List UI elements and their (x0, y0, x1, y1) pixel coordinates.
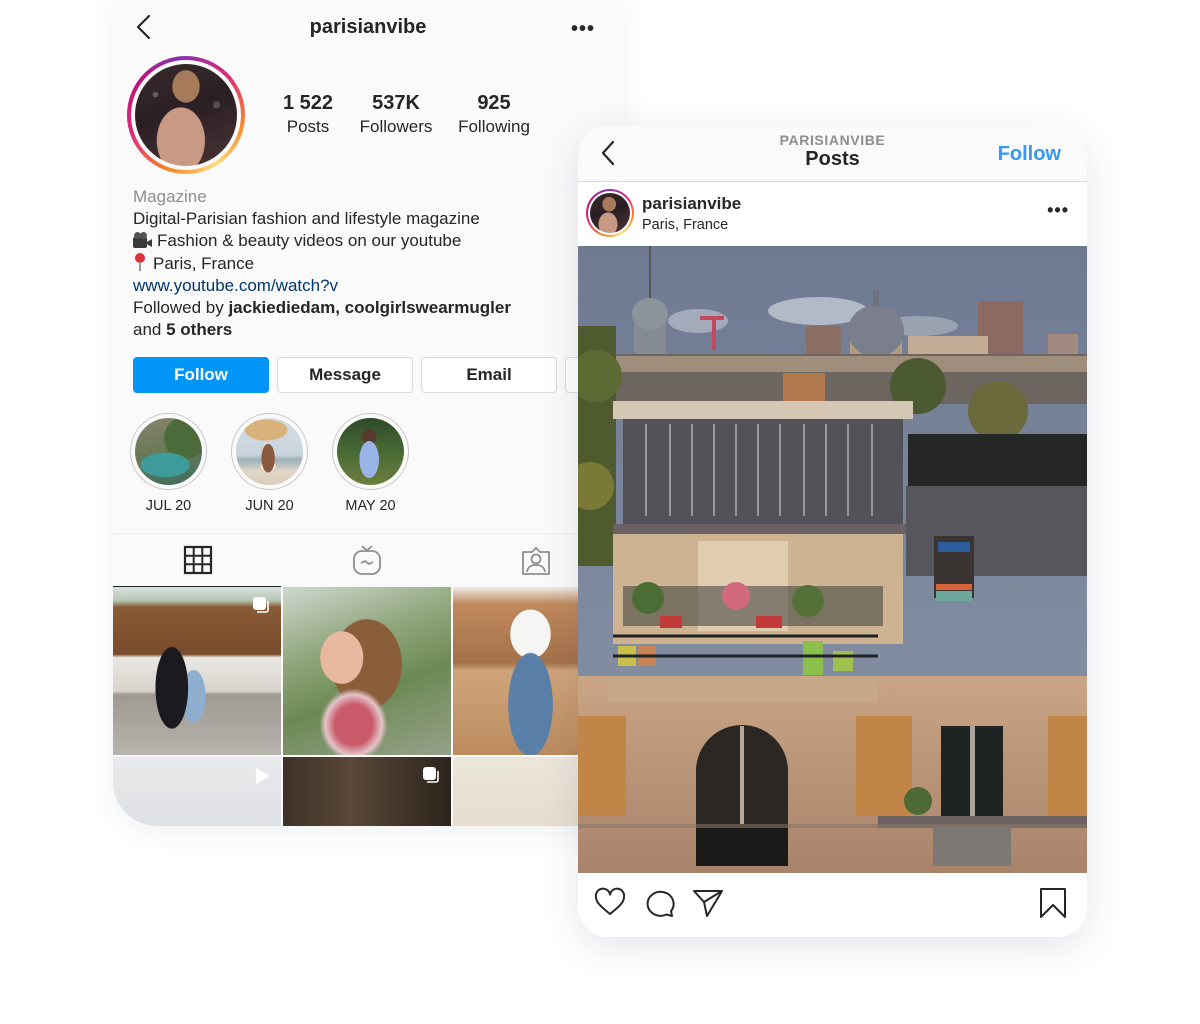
posts-grid: LA BONNE FRANQUETTE (113, 587, 578, 826)
profile-username-title: parisianvibe (309, 16, 427, 38)
highlight-cover (236, 418, 303, 485)
video-icon (256, 768, 270, 784)
share-icon[interactable] (692, 887, 724, 919)
header-follow-button[interactable]: Follow (998, 143, 1061, 166)
profile-header: parisianvibe ••• (113, 0, 623, 58)
highlight-item[interactable]: JUN 20 (231, 413, 308, 514)
profile-bio: Magazine Digital-Parisian fashion and li… (133, 186, 603, 341)
movie-camera-icon (133, 232, 153, 249)
stat-following-label: Following (458, 117, 530, 136)
follow-button[interactable]: Follow (133, 357, 269, 393)
others-link[interactable]: 5 others (166, 320, 232, 339)
post-author-username[interactable]: parisianvibe (642, 194, 741, 214)
stat-followers[interactable]: 537K Followers (347, 92, 445, 137)
grid-icon[interactable] (182, 544, 214, 576)
post-detail-screen: PARISIANVIBE Posts Follow parisianvibe P… (578, 126, 1087, 937)
bio-videos-text: Fashion & beauty videos on our youtube (157, 231, 462, 251)
heart-icon[interactable] (594, 887, 626, 919)
profile-actions: Follow Message Email (133, 357, 595, 393)
avatar-image (135, 64, 237, 166)
post-more-options-icon[interactable]: ••• (1047, 200, 1069, 221)
followed-by-user-link[interactable]: jackiediedam (228, 298, 335, 317)
avatar-image (590, 193, 630, 233)
bio-category: Magazine (133, 187, 207, 206)
more-options-icon[interactable]: ••• (571, 18, 595, 41)
followed-by-user-link[interactable]: coolgirlswearmugler (345, 298, 511, 317)
highlight-label: MAY 20 (345, 498, 396, 514)
stat-posts-label: Posts (286, 117, 330, 136)
profile-tabs (113, 533, 623, 587)
bio-line-location: Paris, France (133, 252, 603, 275)
stat-posts-value: 1 522 (282, 92, 334, 114)
story-highlights: JUL 20 JUN 20 MAY 20 (130, 413, 409, 514)
stat-following[interactable]: 925 Following (445, 92, 543, 137)
stat-posts[interactable]: 1 522 Posts (269, 92, 347, 137)
bio-line-description: Digital-Parisian fashion and lifestyle m… (133, 209, 480, 229)
bio-location-text: Paris, France (153, 253, 255, 273)
stat-following-value: 925 (477, 92, 511, 114)
message-button[interactable]: Message (277, 357, 413, 393)
followed-by-separator: , (335, 298, 345, 318)
grid-post[interactable] (113, 757, 281, 826)
bookmark-icon[interactable] (1037, 887, 1069, 919)
post-photo[interactable] (578, 246, 1087, 873)
grid-post[interactable] (283, 587, 451, 755)
post-location[interactable]: Paris, France (642, 217, 728, 233)
followed-by: Followed by jackiediedam, coolgirlswearm… (133, 297, 603, 319)
post-actions-bar (578, 873, 1087, 937)
posts-header: PARISIANVIBE Posts Follow (578, 126, 1087, 182)
profile-avatar[interactable] (127, 56, 245, 174)
grid-post[interactable] (113, 587, 281, 755)
highlight-label: JUN 20 (245, 498, 294, 514)
pin-icon (133, 252, 147, 271)
profile-screen: parisianvibe ••• 1 522 Posts 537K Follow… (113, 0, 623, 826)
paris-rooftops-photo (578, 246, 1087, 873)
highlight-item[interactable]: MAY 20 (332, 413, 409, 514)
highlight-cover (337, 418, 404, 485)
highlight-cover (135, 418, 202, 485)
tagged-icon[interactable] (520, 544, 552, 576)
post-author-avatar[interactable] (586, 189, 634, 237)
post-header: parisianvibe Paris, France ••• (578, 182, 1087, 246)
carousel-icon (253, 597, 269, 613)
highlight-item[interactable]: JUL 20 (130, 413, 207, 514)
stat-followers-value: 537K (372, 92, 420, 114)
followed-by-prefix: Followed by (133, 298, 229, 318)
bio-line-videos: Fashion & beauty videos on our youtube (133, 230, 603, 252)
comment-icon[interactable] (644, 887, 676, 919)
grid-post[interactable] (453, 587, 578, 755)
grid-post[interactable] (283, 757, 451, 826)
grid-post[interactable]: LA BONNE FRANQUETTE (453, 757, 578, 826)
email-button[interactable]: Email (421, 357, 557, 393)
and-prefix: and (133, 320, 167, 340)
stat-followers-label: Followers (359, 117, 433, 136)
bio-link[interactable]: www.youtube.com/watch?v (133, 275, 603, 297)
igtv-icon[interactable] (351, 544, 383, 576)
profile-stats: 1 522 Posts 537K Followers 925 Following (269, 92, 543, 137)
carousel-icon (423, 767, 439, 783)
followed-by-others: and 5 others (133, 319, 603, 341)
highlight-label: JUL 20 (145, 498, 192, 514)
